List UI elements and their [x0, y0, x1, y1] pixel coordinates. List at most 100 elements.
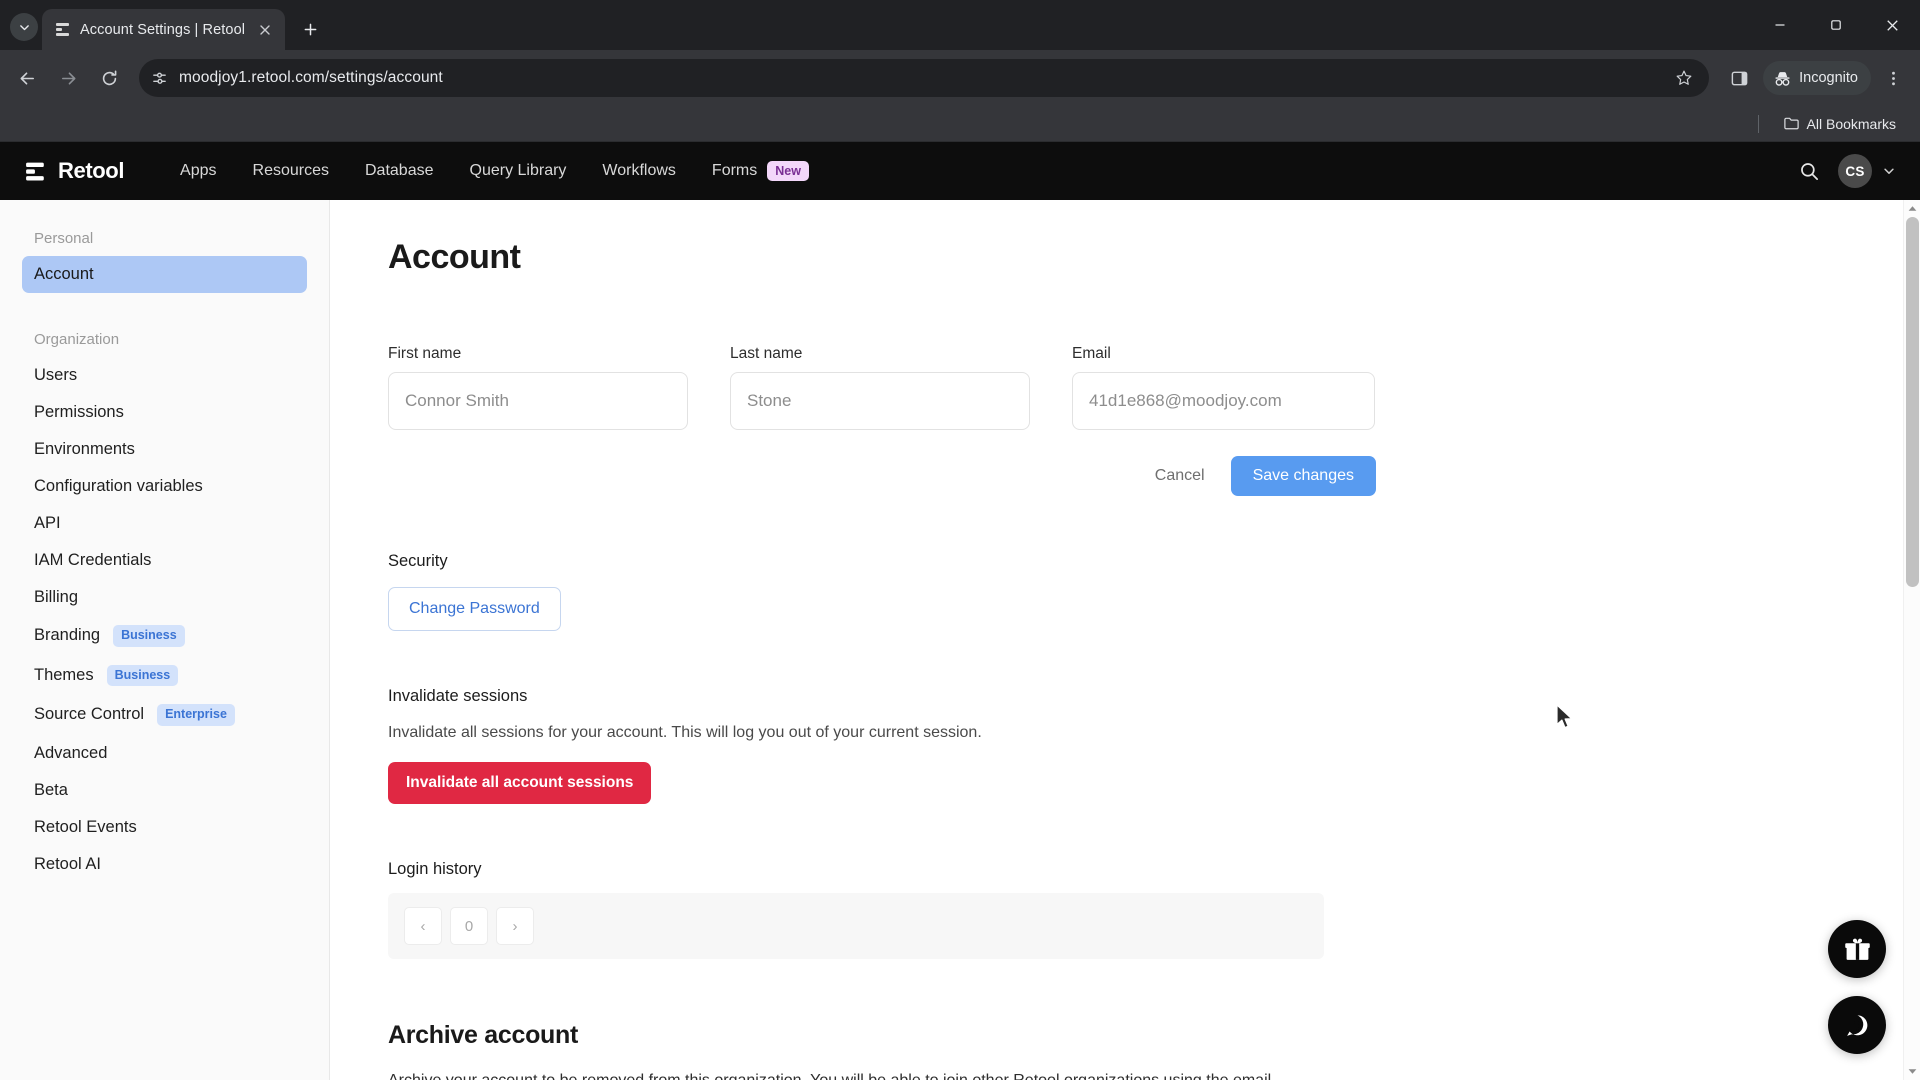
email-input[interactable]: [1072, 372, 1375, 430]
nav-item-resources[interactable]: Resources: [235, 154, 347, 188]
sidebar-item-label: Billing: [34, 588, 79, 606]
pager-next-button[interactable]: ›: [496, 907, 534, 945]
sidebar-item-label: Branding: [34, 626, 101, 645]
invalidate-all-sessions-button[interactable]: Invalidate all account sessions: [388, 762, 652, 804]
tab-search-button[interactable]: [10, 13, 38, 41]
help-button[interactable]: [1828, 996, 1886, 1054]
first-name-label: First name: [388, 345, 462, 362]
login-history-pager: ‹ 0 ›: [388, 893, 1324, 959]
first-name-field-group: First name: [388, 345, 688, 430]
email-field-group: Email: [1072, 345, 1375, 430]
sidebar-item-permissions[interactable]: Permissions: [22, 394, 307, 431]
invalidate-sessions-title: Invalidate sessions: [388, 687, 528, 705]
all-bookmarks-button[interactable]: All Bookmarks: [1775, 111, 1904, 136]
login-history-title: Login history: [388, 860, 482, 878]
nav-item-forms[interactable]: Forms New: [694, 153, 827, 190]
nav-item-query-library[interactable]: Query Library: [452, 154, 585, 188]
browser-tab[interactable]: Account Settings | Retool: [42, 9, 286, 50]
sidebar-group-organization-label: Organization: [34, 331, 120, 348]
invalidate-sessions-section: Invalidate sessions Invalidate all sessi…: [388, 687, 1920, 804]
sidebar-item-label: Beta: [34, 780, 68, 799]
window-close-button[interactable]: [1864, 0, 1920, 50]
sidebar-item-source-control[interactable]: Source Control Enterprise: [22, 695, 307, 735]
plan-badge: Business: [113, 625, 185, 647]
scrollbar-thumb[interactable]: [1905, 217, 1919, 587]
incognito-profile-button[interactable]: Incognito: [1763, 61, 1871, 95]
first-name-input[interactable]: [388, 372, 688, 430]
nav-item-label: Workflows: [602, 162, 676, 179]
security-section: Security Change Password: [388, 552, 1920, 631]
search-button[interactable]: [1799, 161, 1820, 182]
sidebar-group-personal-label: Personal: [34, 230, 94, 247]
mouse-cursor: [1556, 704, 1573, 729]
chevron-down-icon: [19, 24, 29, 30]
retool-logo[interactable]: Retool: [24, 158, 124, 184]
side-panel-icon: [1731, 71, 1747, 85]
avatar-menu-button[interactable]: [1882, 164, 1896, 178]
scrollbar-down-arrow[interactable]: [1904, 1063, 1920, 1080]
all-bookmarks-label: All Bookmarks: [1806, 115, 1896, 132]
page-scrollbar[interactable]: [1903, 200, 1920, 1080]
scrollbar-track[interactable]: [1904, 217, 1920, 1063]
form-actions: Cancel Save changes: [388, 456, 1376, 496]
nav-item-database[interactable]: Database: [347, 154, 452, 188]
browser-toolbar: moodjoy1.retool.com/settings/account Inc…: [0, 50, 1920, 106]
nav-item-label: Forms: [711, 162, 758, 179]
archive-account-section: Archive account Archive your account to …: [388, 1021, 1920, 1080]
sidebar-item-themes[interactable]: Themes Business: [22, 656, 307, 696]
sidebar-item-retool-events[interactable]: Retool Events: [22, 809, 307, 846]
sidebar-item-users[interactable]: Users: [22, 357, 307, 394]
archive-account-description: Archive your account to be removed from …: [388, 1072, 1278, 1080]
save-changes-button[interactable]: Save changes: [1230, 456, 1376, 496]
sidebar-item-beta[interactable]: Beta: [22, 772, 307, 809]
last-name-label: Last name: [730, 345, 803, 362]
sidebar-item-label: Environments: [34, 440, 135, 458]
side-panel-button[interactable]: [1720, 59, 1758, 97]
sidebar-item-label: Configuration variables: [34, 477, 203, 495]
forward-button[interactable]: [49, 59, 87, 97]
sidebar-item-branding[interactable]: Branding Business: [22, 616, 307, 656]
last-name-input[interactable]: [730, 372, 1030, 430]
scrollbar-up-arrow[interactable]: [1904, 200, 1920, 217]
reload-button[interactable]: [90, 59, 128, 97]
maximize-button[interactable]: [1808, 0, 1864, 50]
three-dot-menu-icon: [1891, 71, 1895, 85]
back-button[interactable]: [8, 59, 46, 97]
sidebar-item-advanced[interactable]: Advanced: [22, 735, 307, 772]
sidebar-item-label: Users: [34, 366, 78, 384]
address-bar[interactable]: moodjoy1.retool.com/settings/account: [139, 59, 1710, 97]
pager-prev-button[interactable]: ‹: [404, 907, 442, 945]
sidebar-item-retool-ai[interactable]: Retool AI: [22, 846, 307, 883]
sidebar-item-configuration-variables[interactable]: Configuration variables: [22, 468, 307, 505]
avatar[interactable]: CS: [1838, 154, 1872, 188]
minimize-icon: [1775, 24, 1785, 26]
sidebar-item-billing[interactable]: Billing: [22, 579, 307, 616]
sidebar-item-account[interactable]: Account: [22, 256, 307, 293]
browser-window: Account Settings | Retool moodjoy1.retoo…: [0, 0, 1920, 1080]
chevron-down-icon: [1884, 168, 1894, 174]
sidebar-item-api[interactable]: API: [22, 505, 307, 542]
tab-close-button[interactable]: [254, 19, 275, 40]
bookmark-star-icon: [1676, 70, 1692, 85]
tab-title: Account Settings | Retool: [80, 21, 246, 38]
nav-item-label: Query Library: [469, 162, 567, 179]
sidebar-item-iam-credentials[interactable]: IAM Credentials: [22, 542, 307, 579]
cancel-button[interactable]: Cancel: [1137, 457, 1223, 495]
browser-menu-button[interactable]: [1874, 59, 1912, 97]
change-password-button[interactable]: Change Password: [388, 587, 561, 631]
nav-item-workflows[interactable]: Workflows: [584, 154, 694, 188]
sidebar-item-environments[interactable]: Environments: [22, 431, 307, 468]
retool-logo-icon: [26, 162, 44, 180]
page-viewport: Retool Apps Resources Database Query Lib…: [0, 142, 1920, 1080]
pager-page-number[interactable]: 0: [450, 907, 488, 945]
incognito-label: Incognito: [1799, 70, 1858, 86]
site-settings-button[interactable]: [143, 62, 175, 94]
nav-item-apps[interactable]: Apps: [162, 154, 234, 188]
sidebar-item-label: Permissions: [34, 403, 124, 421]
page-title: Account: [388, 238, 521, 276]
whats-new-gift-button[interactable]: [1828, 920, 1886, 978]
minimize-button[interactable]: [1752, 0, 1808, 50]
back-arrow-icon: [20, 71, 34, 85]
bookmark-button[interactable]: [1667, 61, 1701, 95]
new-tab-button[interactable]: [293, 12, 327, 46]
